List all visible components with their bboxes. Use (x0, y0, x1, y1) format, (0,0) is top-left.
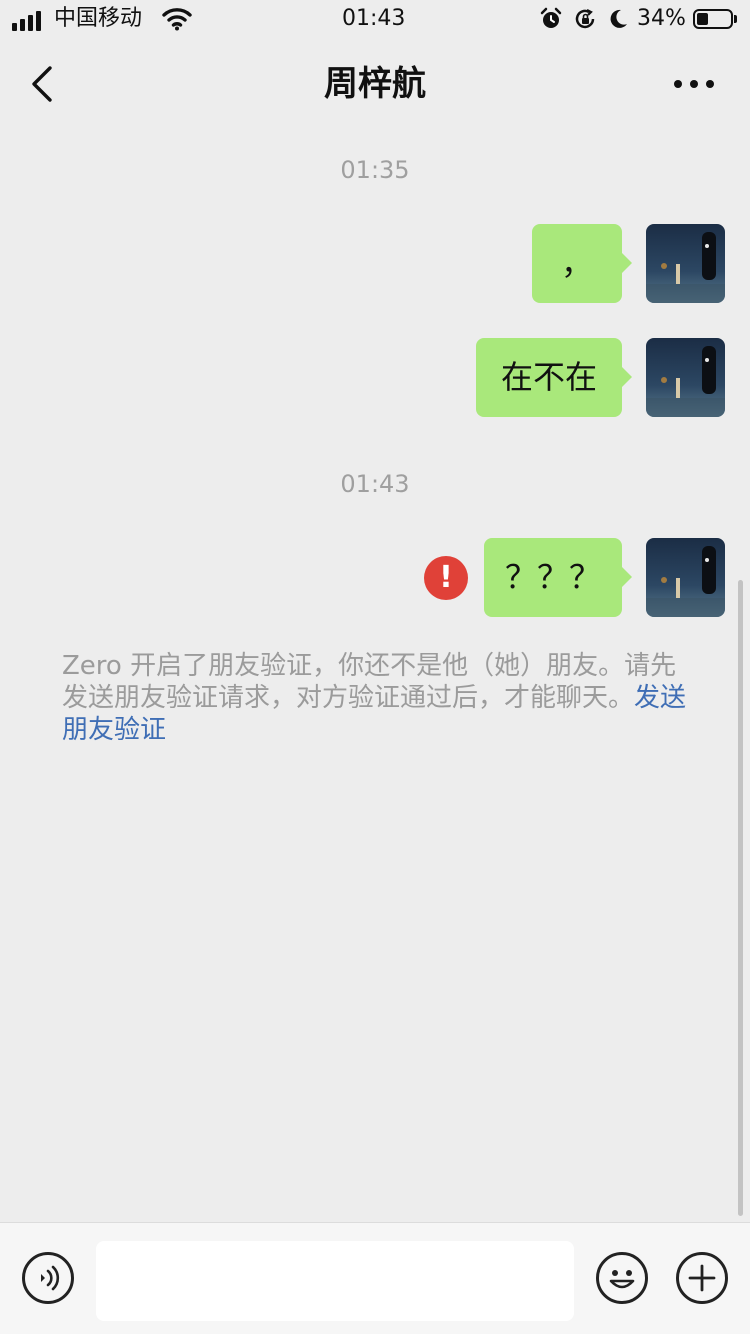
battery-nub (734, 15, 737, 23)
plus-icon (688, 1264, 716, 1292)
voice-button[interactable] (22, 1252, 74, 1304)
moon-icon (610, 9, 627, 28)
system-notice-text: Zero 开启了朋友验证，你还不是他（她）朋友。请先发送朋友验证请求，对方验证通… (62, 651, 677, 713)
status-time: 01:43 (342, 6, 406, 31)
plus-button[interactable] (676, 1252, 728, 1304)
input-bar (0, 1222, 750, 1334)
voice-icon (41, 1265, 60, 1291)
emoji-icon (609, 1270, 635, 1289)
avatar[interactable] (646, 538, 725, 617)
battery-icon (693, 9, 733, 29)
chat-title: 周梓航 (324, 64, 426, 104)
rotation-lock-icon (575, 9, 595, 29)
signal-icon (12, 9, 46, 31)
system-notice: Zero 开启了朋友验证，你还不是他（她）朋友。请先发送朋友验证请求，对方验证通… (62, 650, 692, 746)
message-bubble[interactable]: ， (532, 224, 632, 303)
wifi-icon (162, 8, 192, 31)
more-dots-icon[interactable] (666, 68, 722, 100)
alarm-icon (540, 7, 562, 28)
battery-percent: 34% (637, 6, 686, 31)
error-icon[interactable]: ! (424, 556, 468, 600)
scrollbar[interactable] (738, 580, 743, 1216)
message-bubble[interactable]: 在不在 (476, 338, 632, 417)
message-bubble[interactable]: ？？？ (484, 538, 632, 617)
time-divider: 01:43 (340, 470, 410, 498)
status-bar: 中国移动 01:43 34% (0, 0, 750, 40)
nav-bar: 周梓航 (0, 44, 750, 124)
message-input[interactable] (96, 1241, 574, 1321)
time-divider: 01:35 (340, 156, 410, 184)
avatar[interactable] (646, 224, 725, 303)
avatar[interactable] (646, 338, 725, 417)
emoji-button[interactable] (596, 1252, 648, 1304)
carrier-name: 中国移动 (54, 6, 143, 31)
